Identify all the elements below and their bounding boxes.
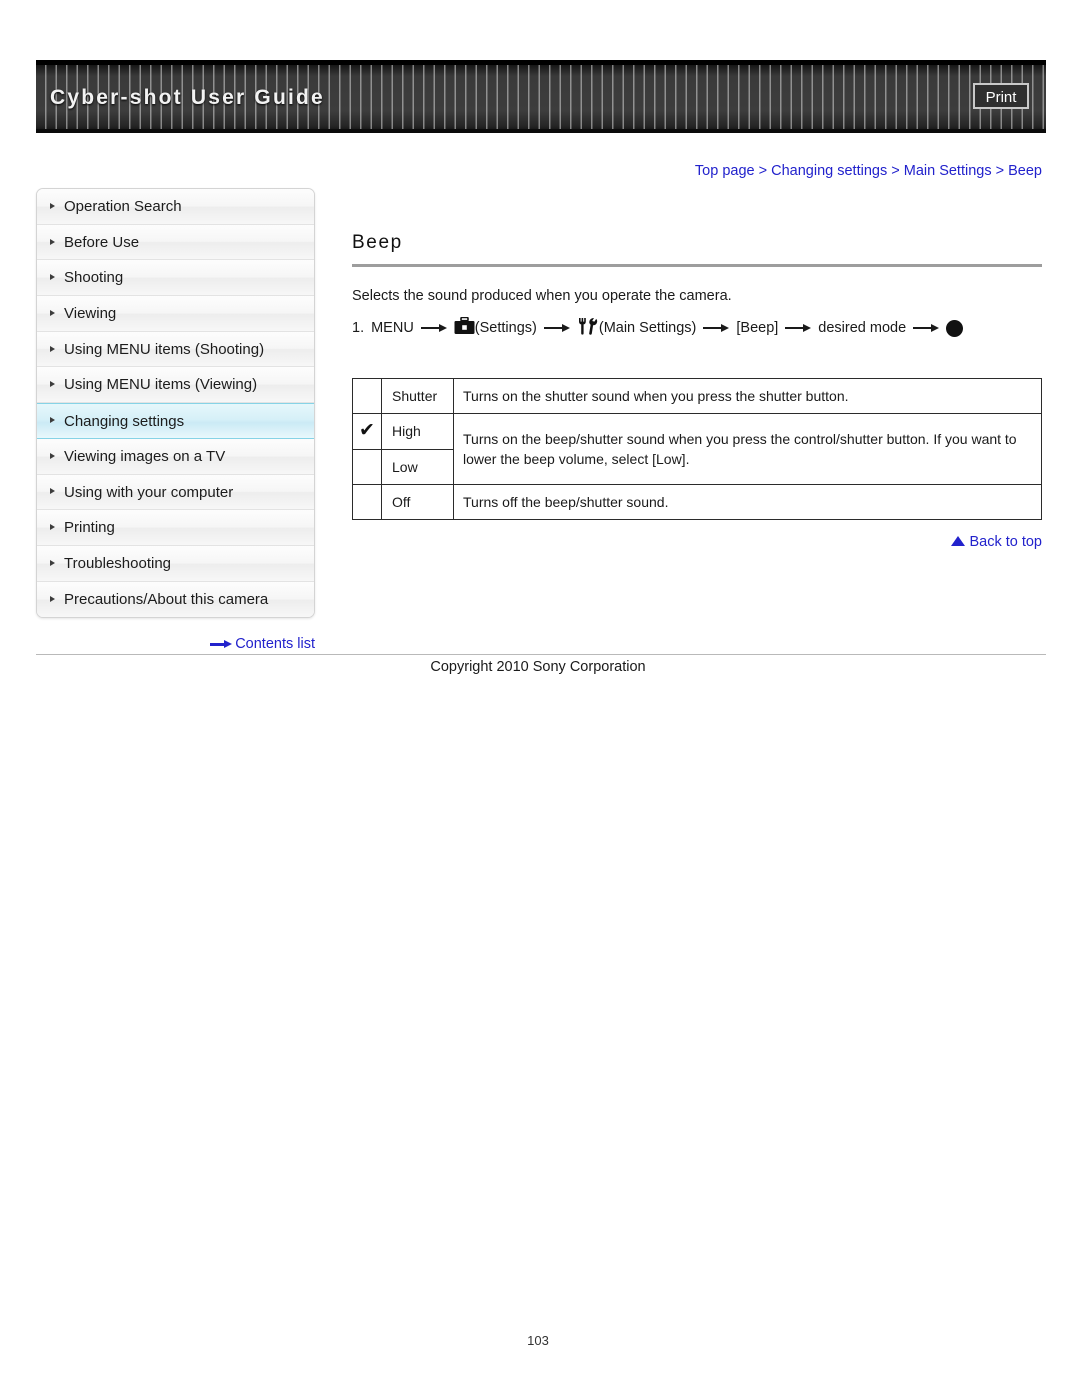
arrow-right-icon (913, 323, 940, 333)
sidebar-item-before-use[interactable]: Before Use (37, 224, 314, 261)
triangle-right-icon (50, 274, 55, 281)
row-label: Off (381, 483, 454, 521)
settings-label: (Settings) (474, 320, 537, 336)
row-label: Shutter (381, 377, 454, 415)
step-number: 1. (352, 320, 365, 336)
breadcrumb-separator: > (891, 163, 904, 179)
breadcrumb-item-main-settings[interactable]: Main Settings (904, 163, 992, 179)
beep-options-table: Shutter Turns on the shutter sound when … (352, 377, 1042, 521)
desired-mode-label: desired mode (818, 320, 907, 336)
breadcrumb: Top page > Changing settings > Main Sett… (352, 163, 1042, 179)
sidebar-item-precautions-about-this-camera[interactable]: Precautions/About this camera (37, 581, 314, 618)
row-label: High (381, 413, 454, 450)
sidebar-item-label: Precautions/About this camera (64, 590, 269, 608)
sidebar-navigation: Operation Search Before Use Shooting Vie… (36, 188, 315, 619)
beep-option-label: [Beep] (736, 320, 779, 336)
control-button-dot-icon (946, 319, 964, 337)
sidebar-item-using-with-your-computer[interactable]: Using with your computer (37, 474, 314, 511)
sidebar-item-using-menu-items-shooting[interactable]: Using MENU items (Shooting) (37, 331, 314, 368)
triangle-right-icon (50, 524, 55, 531)
sidebar-item-viewing-images-on-a-tv[interactable]: Viewing images on a TV (37, 438, 314, 475)
triangle-right-icon (50, 595, 55, 602)
sidebar-item-label: Viewing images on a TV (64, 447, 226, 465)
step-instruction: 1. MENU (Settings) (Main Settings) [Beep… (352, 316, 964, 339)
page-title: Beep (352, 232, 403, 253)
arrow-right-icon (785, 323, 812, 333)
sidebar-item-label: Operation Search (64, 198, 182, 215)
arrow-right-icon (420, 323, 447, 333)
row-check-cell (352, 483, 382, 521)
app-title: Cyber-shot User Guide (50, 86, 325, 109)
sidebar-item-label: Printing (64, 519, 115, 537)
arrow-right-icon (210, 640, 233, 649)
sidebar-item-troubleshooting[interactable]: Troubleshooting (37, 545, 314, 582)
row-check-cell (352, 448, 382, 485)
triangle-right-icon (50, 488, 55, 495)
main-settings-label: (Main Settings) (598, 320, 697, 336)
breadcrumb-item-beep[interactable]: Beep (1008, 163, 1042, 179)
sidebar-item-viewing[interactable]: Viewing (37, 296, 314, 332)
row-check-cell (352, 377, 382, 415)
row-check-cell: ✔ (352, 413, 382, 450)
copyright-notice: Copyright 2010 Sony Corporation (430, 659, 646, 675)
menu-label: MENU (371, 320, 414, 336)
breadcrumb-separator: > (758, 163, 772, 179)
contents-list-link[interactable]: Contents list (36, 636, 315, 652)
arrow-right-icon (543, 323, 570, 333)
triangle-right-icon (50, 452, 55, 459)
triangle-right-icon (50, 202, 55, 209)
triangle-up-icon (951, 536, 966, 546)
table-row: Shutter Turns on the shutter sound when … (352, 377, 1042, 415)
breadcrumb-item-changing-settings[interactable]: Changing settings (771, 163, 887, 179)
sidebar-item-using-menu-items-viewing[interactable]: Using MENU items (Viewing) (37, 367, 314, 404)
sidebar-item-label: Changing settings (64, 413, 185, 431)
sidebar-item-label: Viewing (64, 305, 117, 323)
toolbox-settings-icon (454, 316, 475, 339)
sidebar-item-label: Using MENU items (Viewing) (64, 376, 258, 394)
sidebar-item-shooting[interactable]: Shooting (37, 260, 314, 297)
triangle-right-icon (50, 238, 55, 245)
triangle-right-icon (50, 345, 55, 352)
sidebar-item-label: Using MENU items (Shooting) (64, 340, 265, 358)
page-number: 103 (527, 1333, 549, 1348)
sidebar-item-label: Before Use (64, 233, 140, 251)
sidebar-item-label: Troubleshooting (64, 554, 172, 572)
table-row: ✔ High Turns on the beep/shutter sound w… (352, 413, 1042, 485)
header-banner: Cyber-shot User Guide Print (36, 60, 1046, 133)
intro-paragraph: Selects the sound produced when you oper… (352, 288, 732, 304)
checkmark-icon: ✔ (359, 420, 375, 442)
sidebar-item-changing-settings[interactable]: Changing settings (37, 403, 314, 439)
wrench-screwdriver-main-settings-icon (577, 317, 599, 339)
sidebar-item-operation-search[interactable]: Operation Search (37, 189, 314, 225)
sidebar-item-label: Shooting (64, 269, 124, 287)
triangle-right-icon (50, 309, 55, 316)
sidebar-item-label: Using with your computer (64, 483, 234, 501)
breadcrumb-item-top-page[interactable]: Top page (695, 163, 755, 179)
arrow-right-icon (703, 323, 730, 333)
triangle-right-icon (50, 417, 55, 424)
row-label: Low (381, 448, 454, 485)
contents-list-label: Contents list (235, 636, 315, 652)
triangle-right-icon (50, 381, 55, 388)
footer-divider (36, 654, 1046, 655)
back-to-top-link[interactable]: Back to top (352, 534, 1042, 550)
row-description: Turns on the beep/shutter sound when you… (453, 413, 1042, 485)
breadcrumb-separator: > (995, 163, 1009, 179)
table-row: Off Turns off the beep/shutter sound. (352, 483, 1042, 521)
back-to-top-label: Back to top (969, 534, 1042, 550)
row-description: Turns on the shutter sound when you pres… (453, 377, 1042, 415)
triangle-right-icon (50, 559, 55, 566)
print-button[interactable]: Print (973, 83, 1029, 109)
sidebar-item-printing[interactable]: Printing (37, 510, 314, 546)
row-description: Turns off the beep/shutter sound. (453, 483, 1042, 521)
heading-divider (352, 264, 1042, 267)
